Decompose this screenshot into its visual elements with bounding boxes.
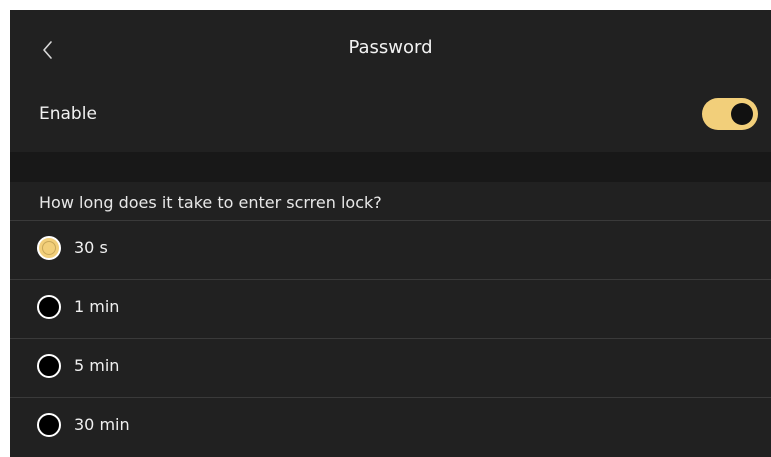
enable-toggle[interactable] xyxy=(702,98,758,130)
option-label: 30 min xyxy=(74,415,130,434)
page-title: Password xyxy=(348,37,433,58)
enable-label: Enable xyxy=(39,104,97,124)
option-label: 5 min xyxy=(74,356,120,375)
toggle-knob xyxy=(731,103,753,125)
password-settings-screen: Password Enable How long does it take to… xyxy=(10,10,771,457)
screen-lock-question: How long does it take to enter scrren lo… xyxy=(39,193,382,212)
radio-unchecked-icon[interactable] xyxy=(37,295,61,319)
header: Password xyxy=(10,10,771,88)
enable-row: Enable xyxy=(10,88,771,150)
radio-unchecked-icon[interactable] xyxy=(37,413,61,437)
section-divider xyxy=(10,152,771,182)
radio-unchecked-icon[interactable] xyxy=(37,354,61,378)
option-1min[interactable]: 1 min xyxy=(10,279,771,338)
option-label: 30 s xyxy=(74,238,108,257)
option-label: 1 min xyxy=(74,297,120,316)
option-5min[interactable]: 5 min xyxy=(10,338,771,397)
option-30s[interactable]: 30 s xyxy=(10,220,771,279)
option-30min[interactable]: 30 min xyxy=(10,397,771,456)
radio-checked-icon[interactable] xyxy=(37,236,61,260)
screen-lock-options: 30 s 1 min 5 min 30 min xyxy=(10,220,771,456)
